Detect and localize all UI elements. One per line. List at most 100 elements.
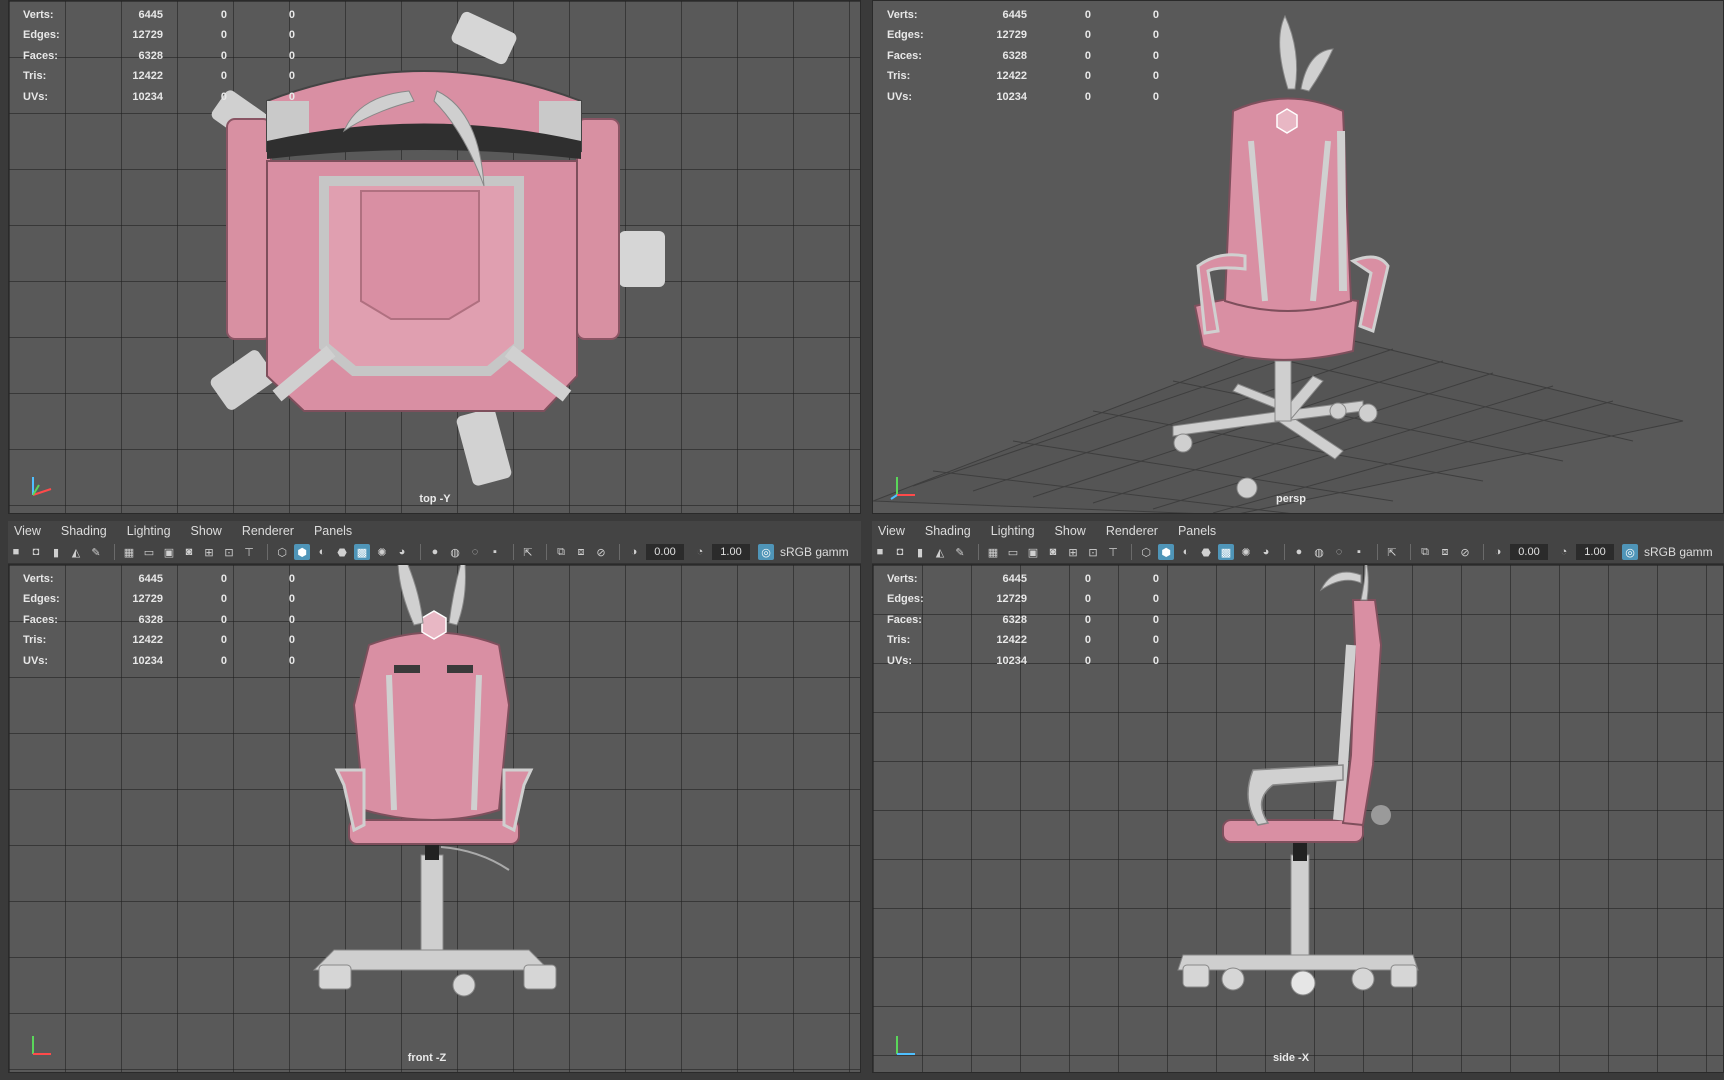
menu-lighting[interactable]: Lighting <box>991 524 1035 538</box>
hud-value: 6328 <box>138 613 163 626</box>
hud-value: 10234 <box>132 90 163 103</box>
film-gate-icon[interactable]: ▭ <box>1005 544 1021 560</box>
xray-icon[interactable]: ⧉ <box>1417 544 1433 560</box>
menu-shading[interactable]: Shading <box>925 524 971 538</box>
lights-icon[interactable]: ✺ <box>1238 544 1254 560</box>
hud-value: 0 <box>1152 9 1159 21</box>
wireframe-on-shaded-icon[interactable]: ⬣ <box>1198 544 1214 560</box>
film-gate-icon[interactable]: ▭ <box>141 544 157 560</box>
exposure-icon[interactable]: ◑ <box>1490 544 1506 560</box>
viewport-side[interactable]: Verts: 6445 0 0 Edges: 12729 0 0 Faces: 6328 0 0 Tri… <box>872 564 1724 1073</box>
gamma-icon[interactable]: ◔ <box>692 544 708 560</box>
bookmark-icon[interactable]: ▮ <box>48 544 64 560</box>
hud-row: Verts: 6445 0 0 <box>887 569 1159 589</box>
color-management-icon[interactable]: ◎ <box>1622 544 1638 560</box>
xray-components-icon[interactable]: ⊘ <box>1457 544 1473 560</box>
viewport-top[interactable]: Verts: 6445 0 0 Edges: 12729 0 0 Faces: 6328 0 0 Tri… <box>8 0 861 514</box>
menu-view[interactable]: View <box>878 524 905 538</box>
hud-row: Verts: 6445 0 0 <box>887 5 1159 25</box>
smooth-shade-icon[interactable]: ⬢ <box>294 544 310 560</box>
bookmark-icon[interactable]: ▮ <box>912 544 928 560</box>
hud-label: Faces: <box>23 613 58 626</box>
color-space-dropdown[interactable]: sRGB gamm <box>1644 545 1713 559</box>
safe-action-icon[interactable]: ⊡ <box>1085 544 1101 560</box>
hud-value: 0 <box>1152 634 1159 647</box>
menu-show[interactable]: Show <box>191 524 222 538</box>
menu-show[interactable]: Show <box>1055 524 1086 538</box>
textured-icon[interactable]: ▩ <box>354 544 370 560</box>
motion-blur-icon[interactable]: ◍ <box>447 544 463 560</box>
exposure-field[interactable]: 0.00 <box>646 544 684 560</box>
anti-aliasing-icon[interactable]: ◌ <box>467 544 483 560</box>
default-material-icon[interactable]: ◐ <box>314 544 330 560</box>
camera-attr-icon[interactable]: ◘ <box>892 544 908 560</box>
image-plane-icon[interactable]: ◭ <box>68 544 84 560</box>
image-plane-icon[interactable]: ◭ <box>932 544 948 560</box>
menu-panels[interactable]: Panels <box>314 524 352 538</box>
field-chart-icon[interactable]: ⊞ <box>1065 544 1081 560</box>
menu-renderer[interactable]: Renderer <box>242 524 294 538</box>
wireframe-on-shaded-icon[interactable]: ⬣ <box>334 544 350 560</box>
viewport-persp[interactable]: Verts: 6445 0 0 Edges: 12729 0 0 Faces: 6328 0 0 Tri… <box>872 0 1724 514</box>
hud-value: 0 <box>1084 593 1091 606</box>
color-management-icon[interactable]: ◎ <box>758 544 774 560</box>
grid-icon[interactable]: ▦ <box>985 544 1001 560</box>
menu-renderer[interactable]: Renderer <box>1106 524 1158 538</box>
hud-value: 6328 <box>1002 49 1027 62</box>
screen-space-ao-icon[interactable]: ● <box>427 544 443 560</box>
gate-mask-icon[interactable]: ◙ <box>181 544 197 560</box>
exposure-field[interactable]: 0.00 <box>1510 544 1548 560</box>
hud-value: 0 <box>288 9 295 21</box>
menu-view[interactable]: View <box>14 524 41 538</box>
exposure-icon[interactable]: ◑ <box>626 544 642 560</box>
hud-label: Edges: <box>23 29 60 42</box>
xray-joints-icon[interactable]: ⧈ <box>1437 544 1453 560</box>
isolate-select-icon[interactable]: ⇱ <box>520 544 536 560</box>
gamma-icon[interactable]: ◔ <box>1556 544 1572 560</box>
resolution-gate-icon[interactable]: ▣ <box>161 544 177 560</box>
screen-space-ao-icon[interactable]: ● <box>1291 544 1307 560</box>
shadows-icon[interactable]: ◕ <box>394 544 410 560</box>
smooth-shade-icon[interactable]: ⬢ <box>1158 544 1174 560</box>
safe-action-icon[interactable]: ⊡ <box>221 544 237 560</box>
camera-icon[interactable]: ■ <box>8 544 24 560</box>
xray-components-icon[interactable]: ⊘ <box>593 544 609 560</box>
hud-label: Tris: <box>23 70 47 83</box>
menu-panels[interactable]: Panels <box>1178 524 1216 538</box>
wireframe-icon[interactable]: ⬡ <box>274 544 290 560</box>
hud-value: 0 <box>1084 49 1091 62</box>
gate-mask-icon[interactable]: ◙ <box>1045 544 1061 560</box>
menu-shading[interactable]: Shading <box>61 524 107 538</box>
color-space-dropdown[interactable]: sRGB gamm <box>780 545 849 559</box>
depth-of-field-icon[interactable]: ▪ <box>487 544 503 560</box>
isolate-select-icon[interactable]: ⇱ <box>1384 544 1400 560</box>
hud-label: Tris: <box>887 70 911 83</box>
default-material-icon[interactable]: ◐ <box>1178 544 1194 560</box>
grid-icon[interactable]: ▦ <box>121 544 137 560</box>
safe-title-icon[interactable]: ⊤ <box>241 544 257 560</box>
shadows-icon[interactable]: ◕ <box>1258 544 1274 560</box>
hud-row: Faces: 6328 0 0 <box>23 610 295 630</box>
camera-attr-icon[interactable]: ◘ <box>28 544 44 560</box>
pan-zoom-icon[interactable]: ✎ <box>88 544 104 560</box>
wireframe-icon[interactable]: ⬡ <box>1138 544 1154 560</box>
lights-icon[interactable]: ✺ <box>374 544 390 560</box>
gamma-field[interactable]: 1.00 <box>1576 544 1614 560</box>
xray-icon[interactable]: ⧉ <box>553 544 569 560</box>
motion-blur-icon[interactable]: ◍ <box>1311 544 1327 560</box>
field-chart-icon[interactable]: ⊞ <box>201 544 217 560</box>
xray-joints-icon[interactable]: ⧈ <box>573 544 589 560</box>
axis-gizmo-icon <box>32 1036 51 1055</box>
pan-zoom-icon[interactable]: ✎ <box>952 544 968 560</box>
menu-lighting[interactable]: Lighting <box>127 524 171 538</box>
viewport-front[interactable]: Verts: 6445 0 0 Edges: 12729 0 0 Faces: 6328 0 0 Tri… <box>8 564 861 1073</box>
hud-label: Tris: <box>887 634 911 647</box>
safe-title-icon[interactable]: ⊤ <box>1105 544 1121 560</box>
anti-aliasing-icon[interactable]: ◌ <box>1331 544 1347 560</box>
gamma-field[interactable]: 1.00 <box>712 544 750 560</box>
resolution-gate-icon[interactable]: ▣ <box>1025 544 1041 560</box>
viewport-camera-label: persp <box>1276 493 1306 505</box>
camera-icon[interactable]: ■ <box>872 544 888 560</box>
textured-icon[interactable]: ▩ <box>1218 544 1234 560</box>
depth-of-field-icon[interactable]: ▪ <box>1351 544 1367 560</box>
